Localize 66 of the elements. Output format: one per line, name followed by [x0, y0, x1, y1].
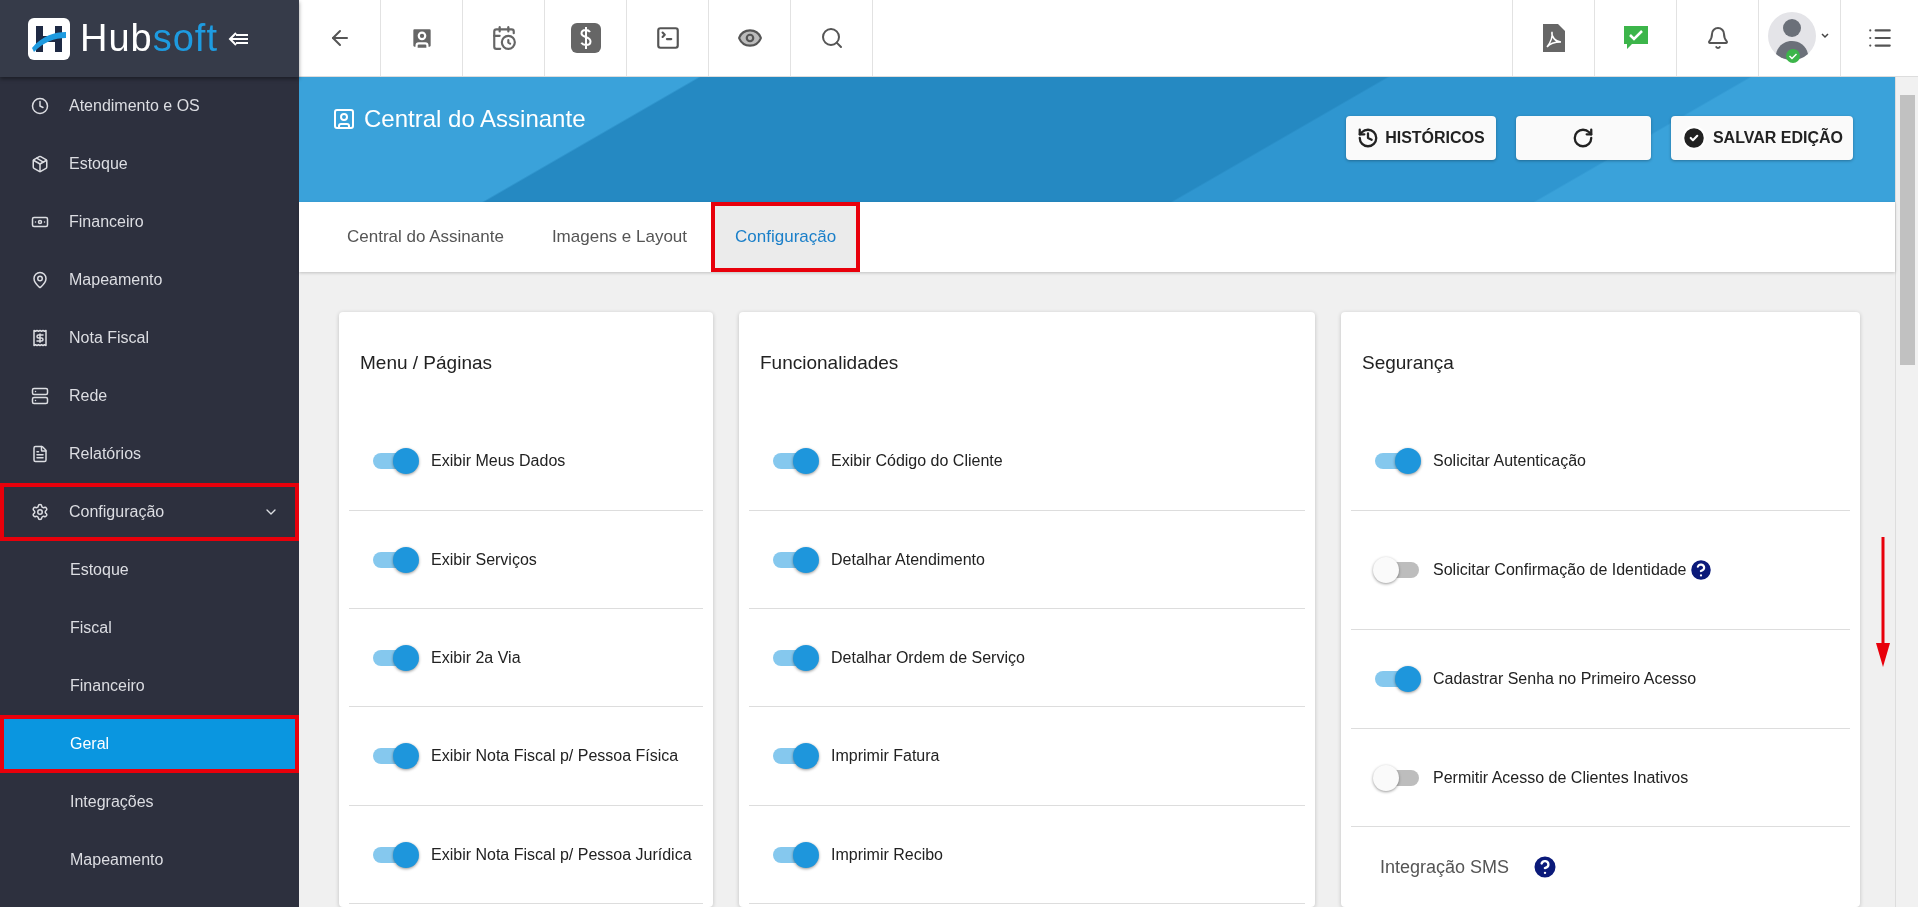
setting-label: Imprimir Recibo [831, 845, 943, 864]
sidebar-subitem[interactable]: Mapeamento [0, 831, 299, 889]
setting-label: Exibir 2a Via [431, 648, 521, 667]
terminal-icon [654, 25, 681, 51]
setting-label: Exibir Meus Dados [431, 452, 566, 470]
toggle-switch[interactable] [1373, 666, 1421, 692]
sidebar-item[interactable]: Rede [0, 367, 299, 425]
toggle-switch[interactable] [371, 448, 419, 474]
tab[interactable]: Configuração [711, 202, 861, 272]
calendar-clock-icon [490, 25, 517, 51]
setting-label: Detalhar Ordem de Serviço [831, 648, 1025, 667]
refresh-button[interactable] [1515, 116, 1651, 160]
page-title: Central do Assinante [364, 105, 586, 133]
refresh-icon [1572, 127, 1595, 149]
setting-label: Exibir Serviços [431, 550, 537, 569]
toggle-switch[interactable] [371, 644, 419, 671]
tab[interactable]: Central do Assinante [323, 202, 528, 272]
contact-icon [332, 107, 356, 131]
collapse-icon[interactable] [227, 30, 250, 47]
save-button[interactable]: SALVAR EDIÇÃO [1670, 116, 1853, 160]
toggle-switch[interactable] [371, 743, 419, 769]
bell-icon [1705, 26, 1730, 50]
card-title: Funcionalidades [760, 352, 900, 375]
pdf-icon [1542, 24, 1565, 52]
toggle-switch[interactable] [771, 448, 819, 474]
history-icon [1357, 127, 1380, 149]
sidebar-item[interactable]: Atendimento e OS [0, 77, 299, 135]
sidebar-item[interactable]: Nota Fiscal [0, 309, 299, 367]
logo-icon [28, 17, 70, 60]
toggle-switch[interactable] [1373, 557, 1421, 583]
toggle-switch[interactable] [371, 841, 419, 868]
chat-check-icon [1621, 24, 1650, 52]
setting-label: Cadastrar Senha no Primeiro Acesso [1433, 670, 1697, 688]
setting-label: Exibir Nota Fiscal p/ Pessoa Jurídica [431, 845, 692, 864]
sidebar-item[interactable]: Relatórios [0, 425, 299, 483]
setting-label: Detalhar Atendimento [831, 550, 985, 569]
toggle-switch[interactable] [371, 546, 419, 573]
card-title: Segurança [1362, 352, 1455, 375]
setting-label: Exibir Código do Cliente [831, 452, 1003, 470]
toggle-switch[interactable] [771, 743, 819, 769]
toggle-switch[interactable] [771, 546, 819, 573]
tab[interactable]: Imagens e Layout [527, 202, 712, 272]
sidebar-item[interactable]: Estoque [0, 135, 299, 193]
setting-label: Solicitar Autenticação [1433, 452, 1586, 470]
sidebar-subitem[interactable]: Integrações [0, 773, 299, 831]
section-label: Integração SMS [1380, 856, 1510, 878]
sidebar-item[interactable]: Mapeamento [0, 251, 299, 309]
setting-label: Permitir Acesso de Clientes Inativos [1433, 768, 1689, 787]
setting-label: Imprimir Fatura [831, 747, 940, 765]
logo-text: Hubsoft [80, 17, 218, 60]
setting-label: Exibir Nota Fiscal p/ Pessoa Física [431, 747, 679, 765]
toggle-switch[interactable] [771, 841, 819, 868]
toggle-switch[interactable] [1373, 764, 1421, 791]
history-button[interactable]: HISTÓRICOS [1345, 116, 1496, 160]
sidebar-item[interactable]: Configuração [0, 483, 299, 541]
dollar-icon [570, 23, 601, 53]
card-title: Menu / Páginas [360, 352, 494, 375]
sidebar-item[interactable]: Financeiro [0, 193, 299, 251]
sidebar-subitem[interactable]: Financeiro [0, 657, 299, 715]
toggle-switch[interactable] [1373, 448, 1421, 474]
sidebar-subitem[interactable]: Fiscal [0, 599, 299, 657]
scrollbar[interactable] [1895, 77, 1918, 907]
toggle-switch[interactable] [771, 644, 819, 671]
search-icon [819, 26, 844, 50]
setting-label: Solicitar Confirmação de Identidade [1433, 561, 1687, 579]
sidebar-subitem[interactable]: Estoque [0, 541, 299, 599]
